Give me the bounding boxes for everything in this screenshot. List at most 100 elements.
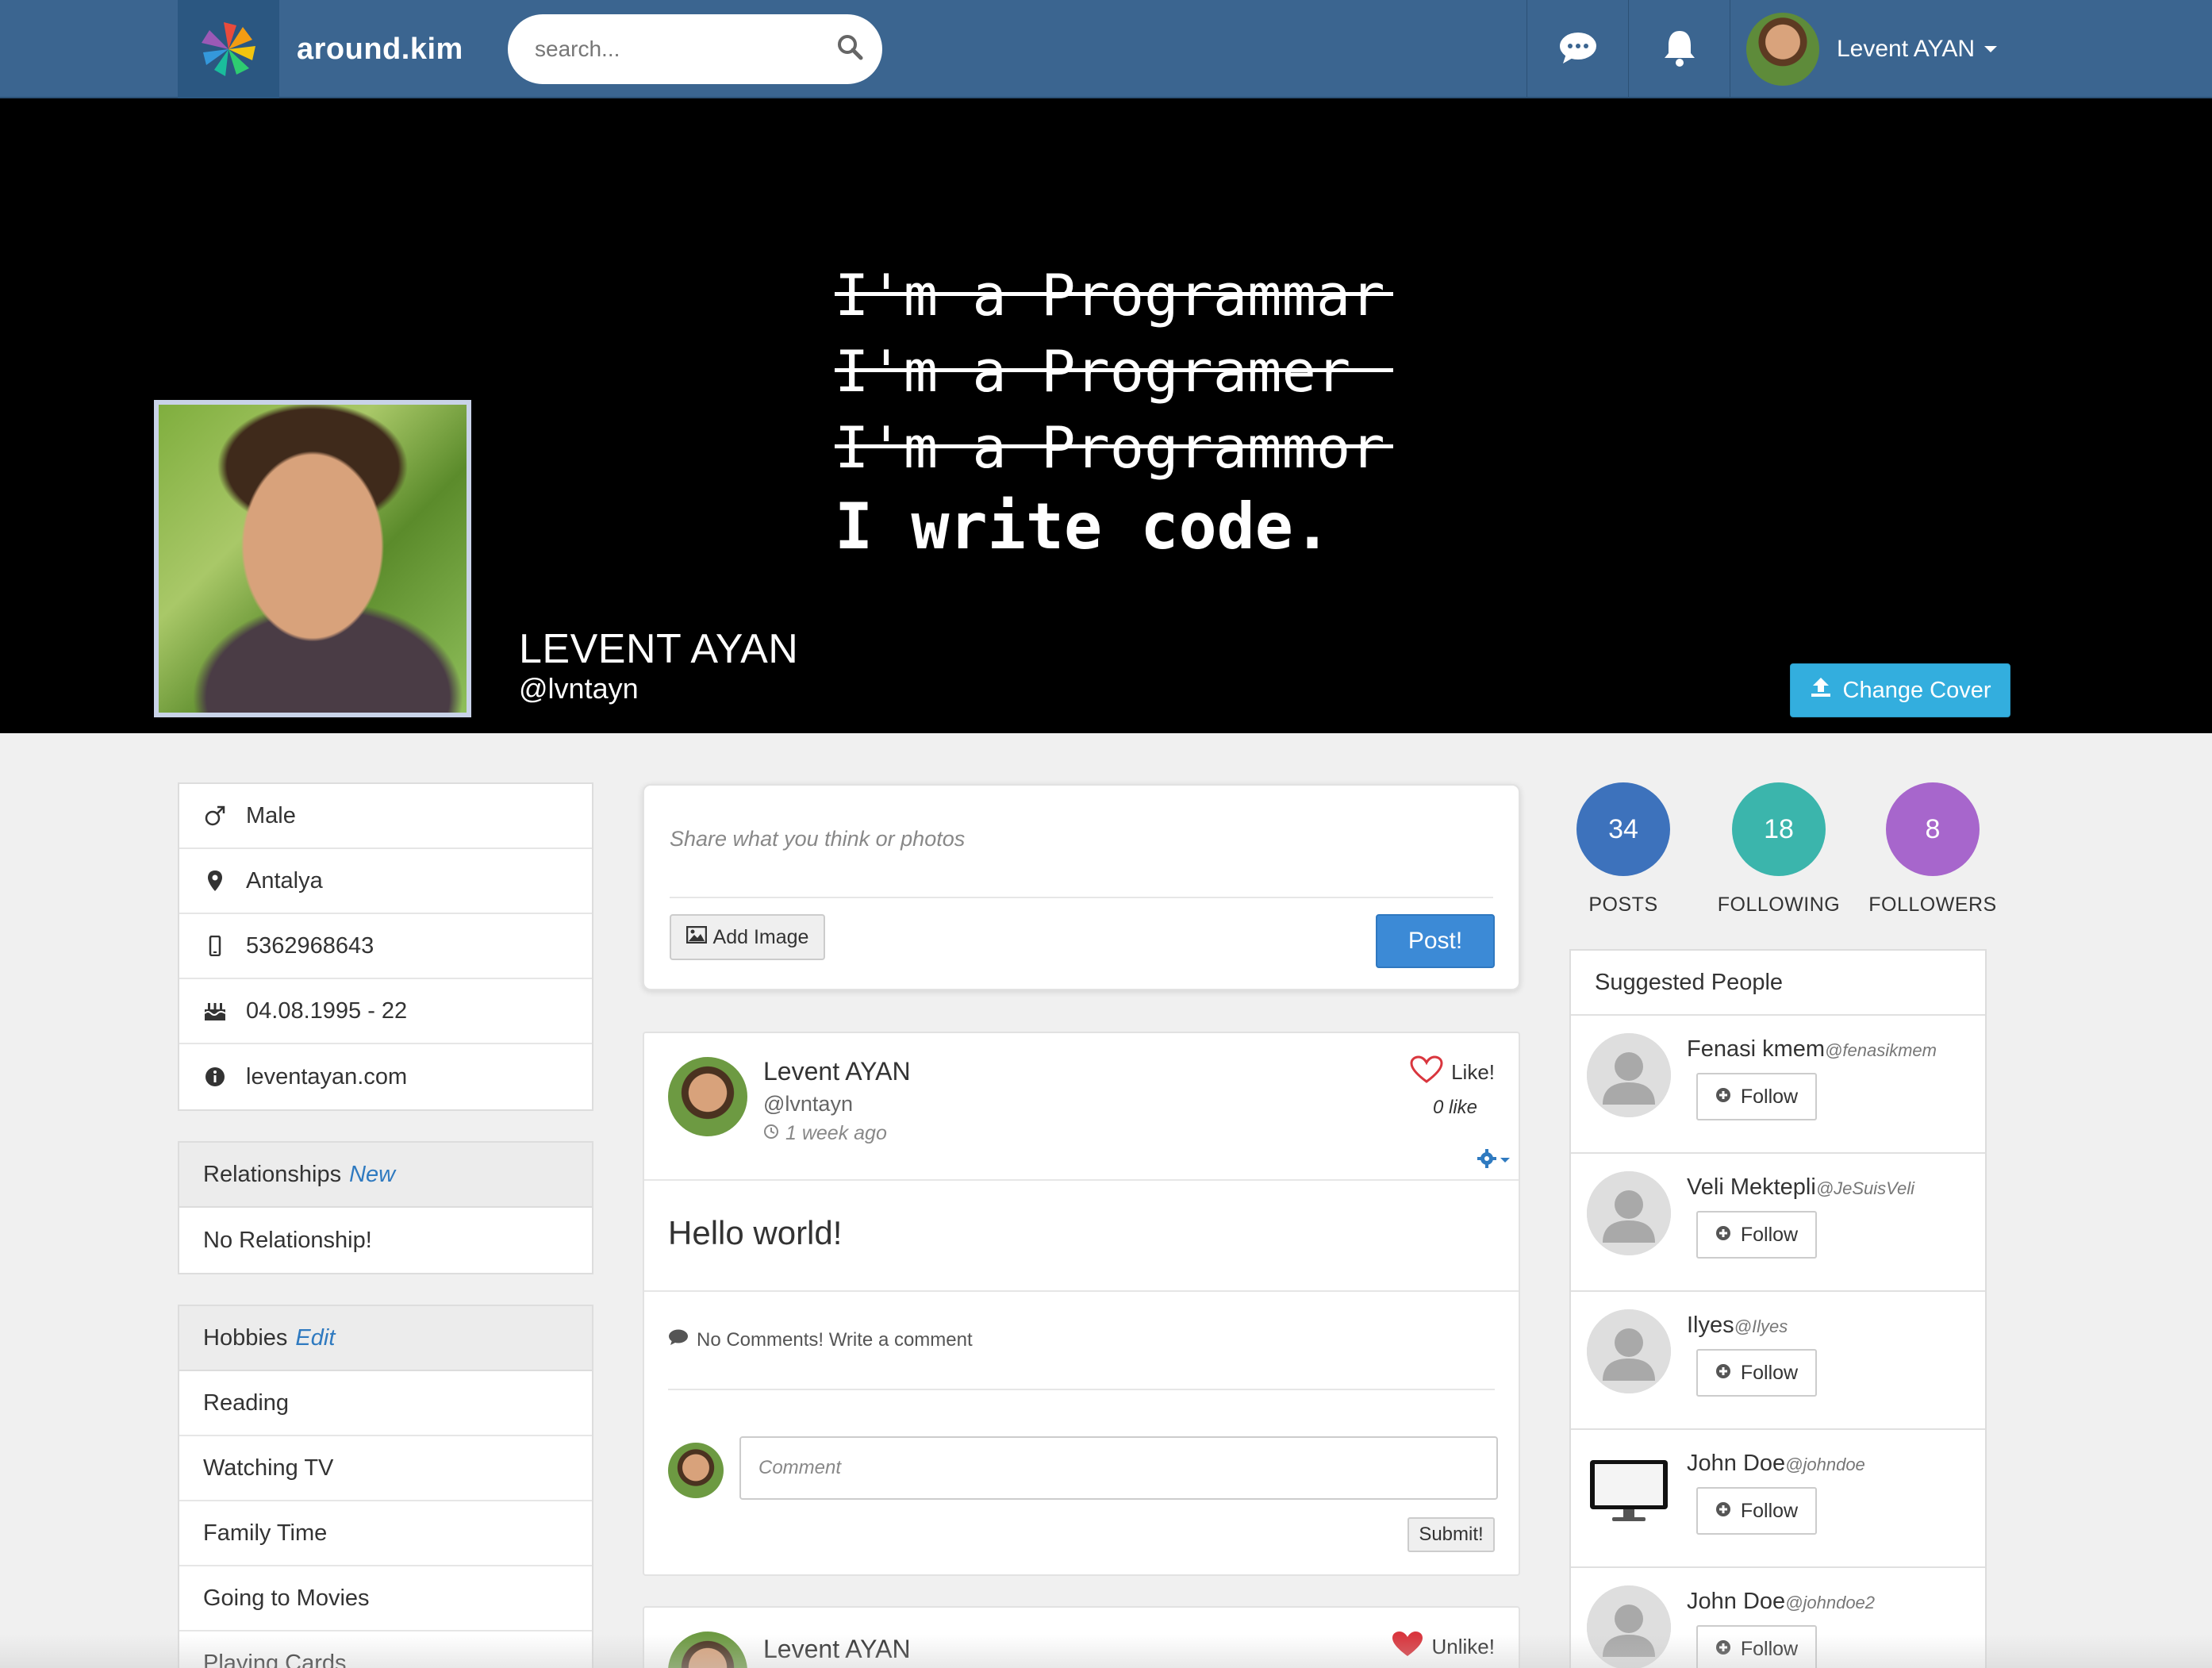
- user-name[interactable]: Levent AYAN: [1837, 36, 1975, 63]
- default-avatar-icon[interactable]: [1587, 1033, 1671, 1117]
- search-icon[interactable]: [836, 33, 868, 65]
- relationships-new-link[interactable]: New: [349, 1162, 395, 1188]
- relationship-status: No Relationship!: [203, 1227, 372, 1253]
- follow-button[interactable]: Follow: [1696, 1625, 1817, 1668]
- phone-value: 5362968643: [246, 932, 374, 959]
- like-count: 0 like: [1432, 1097, 1477, 1118]
- birthday-value: 04.08.1995 - 22: [246, 997, 408, 1024]
- following-label: FOLLOWING: [1717, 894, 1841, 916]
- avatar[interactable]: [1746, 13, 1819, 86]
- top-navbar: around.kim Levent AYAN: [0, 0, 2212, 98]
- comments-status-text: No Comments! Write a comment: [697, 1328, 973, 1351]
- person-name[interactable]: Veli Mektepli@JeSuisVeli: [1687, 1174, 1914, 1201]
- stat-posts[interactable]: 34 POSTS: [1544, 782, 1703, 917]
- heart-outline-icon: [1410, 1055, 1443, 1090]
- person-display-name[interactable]: John Doe: [1687, 1451, 1785, 1476]
- stat-followers[interactable]: 8 FOLLOWERS: [1853, 782, 2012, 917]
- monitor-avatar-icon[interactable]: [1587, 1447, 1671, 1532]
- profile-photo[interactable]: [154, 400, 471, 717]
- post-options-menu[interactable]: [1477, 1149, 1511, 1172]
- comments-status[interactable]: No Comments! Write a comment: [668, 1328, 973, 1351]
- divider: [668, 1389, 1495, 1390]
- person-handle: @johndoe: [1785, 1455, 1865, 1474]
- suggested-person: Veli Mektepli@JeSuisVeli Follow: [1571, 1154, 1985, 1292]
- hobbies-title: Hobbies: [203, 1324, 288, 1351]
- follow-button[interactable]: Follow: [1696, 1073, 1817, 1120]
- info-website: leventayan.com: [179, 1044, 592, 1109]
- messages-button[interactable]: [1527, 0, 1628, 98]
- info-circle-icon: [203, 1065, 227, 1089]
- user-menu[interactable]: Levent AYAN: [1730, 0, 2212, 98]
- person-handle: @fenasikmem: [1825, 1040, 1937, 1060]
- website-value[interactable]: leventayan.com: [246, 1064, 407, 1090]
- avatar: [668, 1443, 724, 1498]
- cover-line: I'm a Programer: [835, 333, 1385, 409]
- brand[interactable]: around.kim: [178, 0, 463, 98]
- brand-logo-icon[interactable]: [178, 0, 279, 98]
- hobbies-panel: Hobbies Edit Reading Watching TV Family …: [178, 1305, 593, 1668]
- birthday-cake-icon: [203, 999, 227, 1023]
- cover-line: I write code.: [835, 490, 1332, 563]
- profile-handle: @lvntayn: [519, 672, 639, 705]
- avatar[interactable]: [668, 1057, 747, 1136]
- change-cover-button[interactable]: Change Cover: [1790, 663, 2010, 717]
- person-display-name[interactable]: Fenasi kmem: [1687, 1036, 1825, 1062]
- posts-count[interactable]: 34: [1576, 782, 1670, 876]
- search-input[interactable]: [535, 37, 820, 62]
- hobbies-header: Hobbies Edit: [179, 1306, 592, 1371]
- like-button[interactable]: Like!: [1410, 1055, 1495, 1090]
- profile-photo-image: [159, 405, 467, 713]
- person-name[interactable]: John Doe@johndoe2: [1687, 1589, 1875, 1615]
- add-image-button[interactable]: Add Image: [670, 914, 825, 960]
- posts-label: POSTS: [1588, 894, 1658, 916]
- person-name[interactable]: Ilyes@Ilyes: [1687, 1312, 1788, 1339]
- post-card: Levent AYAN @lvntayn 1 week ago Like! 0 …: [643, 1032, 1520, 1576]
- hobby-item: Watching TV: [179, 1436, 592, 1501]
- caret-down-icon[interactable]: [1984, 46, 1997, 52]
- followers-count[interactable]: 8: [1886, 782, 1980, 876]
- post-body: Hello world!: [668, 1214, 843, 1251]
- post-author[interactable]: Levent AYAN: [763, 1057, 911, 1086]
- info-location: Antalya: [179, 849, 592, 914]
- composer-input[interactable]: Share what you think or photos: [670, 827, 965, 851]
- default-avatar-icon[interactable]: [1587, 1171, 1671, 1255]
- suggested-person: John Doe@johndoe Follow: [1571, 1430, 1985, 1568]
- brand-name[interactable]: around.kim: [297, 33, 463, 67]
- person-name[interactable]: Fenasi kmem@fenasikmem: [1687, 1036, 1937, 1063]
- default-avatar-icon[interactable]: [1587, 1585, 1671, 1668]
- notifications-button[interactable]: [1628, 0, 1730, 98]
- hobbies-edit-link[interactable]: Edit: [295, 1325, 335, 1351]
- profile-name-block: LEVENT AYAN @lvntayn: [492, 609, 809, 713]
- follow-button[interactable]: Follow: [1696, 1487, 1817, 1535]
- suggested-person: Ilyes@Ilyes Follow: [1571, 1292, 1985, 1430]
- mobile-phone-icon: [203, 934, 227, 958]
- unlike-label: Unlike!: [1431, 1635, 1495, 1658]
- relationships-header: Relationships New: [179, 1143, 592, 1208]
- hobby-item: Going to Movies: [179, 1566, 592, 1631]
- comment-input[interactable]: [739, 1436, 1498, 1500]
- person-display-name[interactable]: Veli Mektepli: [1687, 1174, 1816, 1200]
- person-display-name[interactable]: Ilyes: [1687, 1312, 1734, 1338]
- following-count[interactable]: 18: [1732, 782, 1826, 876]
- follow-button[interactable]: Follow: [1696, 1211, 1817, 1259]
- avatar[interactable]: [668, 1631, 747, 1668]
- follow-button[interactable]: Follow: [1696, 1349, 1817, 1397]
- clock-icon: [763, 1122, 779, 1145]
- post-author[interactable]: Levent AYAN: [763, 1635, 911, 1664]
- person-name[interactable]: John Doe@johndoe: [1687, 1451, 1865, 1477]
- person-handle: @JeSuisVeli: [1815, 1178, 1915, 1198]
- profile-page: around.kim Levent AYAN: [0, 0, 2212, 1668]
- gender-value: Male: [246, 802, 296, 828]
- person-display-name[interactable]: John Doe: [1687, 1589, 1785, 1614]
- like-label: Like!: [1451, 1060, 1495, 1084]
- male-icon: [203, 804, 227, 828]
- default-avatar-icon[interactable]: [1587, 1309, 1671, 1393]
- post-handle[interactable]: @lvntayn: [763, 1092, 853, 1116]
- submit-comment-button[interactable]: Submit!: [1407, 1517, 1495, 1552]
- follow-label: Follow: [1740, 1085, 1799, 1108]
- stat-following[interactable]: 18 FOLLOWING: [1699, 782, 1858, 917]
- post-button[interactable]: Post!: [1376, 914, 1495, 968]
- navbar-actions: Levent AYAN: [1527, 0, 2212, 98]
- divider: [644, 1290, 1519, 1292]
- unlike-button[interactable]: Unlike!: [1391, 1630, 1495, 1664]
